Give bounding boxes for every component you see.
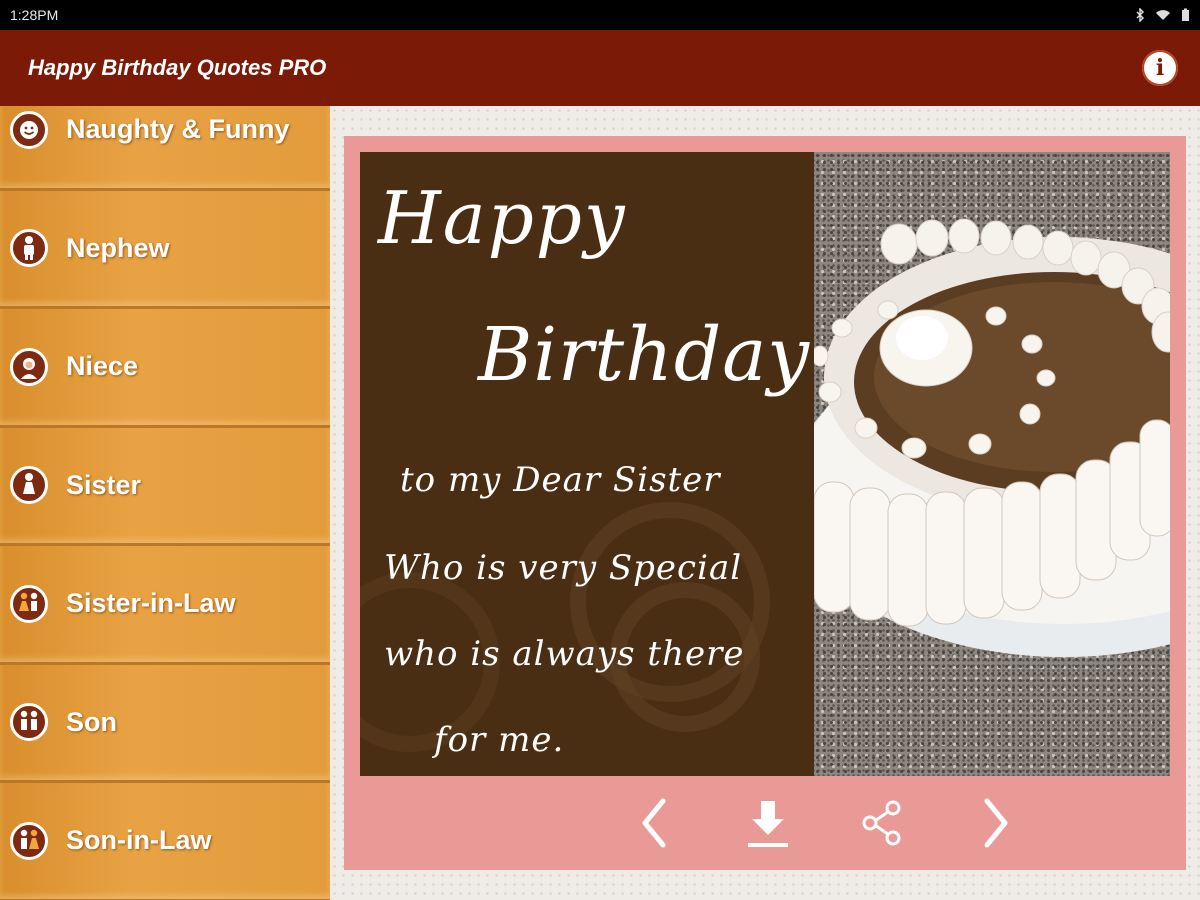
status-icons — [1135, 8, 1190, 22]
sidebar-item-label: Naughty & Funny — [66, 114, 290, 145]
boy-icon — [10, 229, 48, 268]
sidebar-item-label: Son — [66, 706, 117, 737]
chevron-right-icon — [984, 798, 1008, 848]
card-frame: Happy Birthday to my Dear Sister Who is … — [344, 136, 1186, 870]
card-line-2: Who is very Special — [384, 548, 743, 588]
sidebar-item-label: Niece — [66, 351, 139, 382]
sidebar-item-nephew[interactable]: Nephew — [0, 191, 330, 309]
card-line-1: to my Dear Sister — [400, 460, 721, 500]
card-heading-birthday: Birthday — [478, 312, 811, 398]
sidebar-item-label: Nephew — [66, 232, 170, 263]
category-sidebar: Naughty & Funny Nephew Niece Sister Sist… — [0, 106, 330, 900]
sidebar-item-label: Sister-in-Law — [66, 588, 236, 619]
share-button[interactable] — [854, 795, 910, 851]
sidebar-item-sister-in-law[interactable]: Sister-in-Law — [0, 546, 330, 665]
app-title: Happy Birthday Quotes PRO — [28, 55, 327, 80]
battery-icon — [1182, 8, 1189, 21]
sidebar-item-son[interactable]: Son — [0, 665, 330, 783]
card-line-3: who is always there — [384, 634, 745, 674]
app-bar: Happy Birthday Quotes PRO i — [0, 30, 1200, 106]
woman-icon — [10, 466, 48, 505]
card-controls — [344, 776, 1186, 870]
download-button[interactable] — [740, 795, 796, 851]
sidebar-item-niece[interactable]: Niece — [0, 309, 330, 428]
status-time: 1:28PM — [10, 7, 59, 23]
couple-icon — [10, 821, 48, 860]
bluetooth-icon — [1136, 8, 1145, 22]
sidebar-item-son-in-law[interactable]: Son-in-Law — [0, 783, 330, 900]
greeting-card: Happy Birthday to my Dear Sister Who is … — [360, 152, 1170, 776]
previous-button[interactable] — [626, 795, 682, 851]
sidebar-item-naughty-funny[interactable]: Naughty & Funny — [0, 106, 330, 191]
son-icon — [10, 703, 48, 742]
girl-icon — [10, 347, 48, 386]
face-icon — [10, 110, 48, 149]
wifi-icon — [1156, 10, 1170, 20]
sidebar-item-sister[interactable]: Sister — [0, 428, 330, 546]
share-icon — [862, 800, 901, 846]
card-heading-happy: Happy — [378, 176, 627, 260]
couple-icon — [10, 584, 48, 623]
info-icon: i — [1155, 55, 1165, 81]
chevron-left-icon — [642, 798, 666, 848]
info-button[interactable]: i — [1142, 50, 1178, 86]
status-bar: 1:28PM — [0, 0, 1200, 30]
cake-photo — [814, 152, 1170, 776]
sidebar-item-label: Son-in-Law — [66, 825, 212, 856]
card-line-4: for me. — [434, 720, 565, 760]
main-content: Happy Birthday to my Dear Sister Who is … — [330, 106, 1200, 900]
sidebar-item-label: Sister — [66, 469, 142, 500]
card-text-panel: Happy Birthday to my Dear Sister Who is … — [360, 152, 814, 776]
next-button[interactable] — [968, 795, 1024, 851]
download-icon — [748, 801, 788, 847]
